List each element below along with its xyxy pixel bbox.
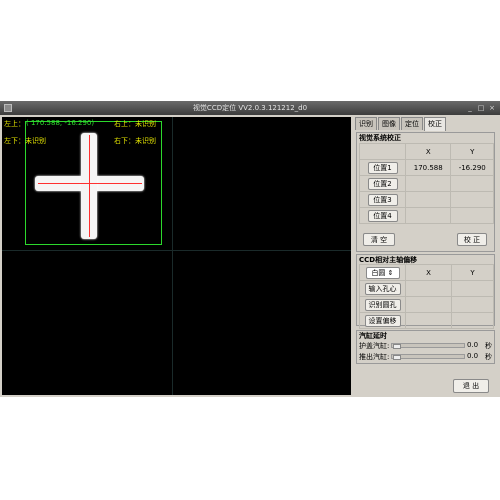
minimize-icon[interactable]: _ xyxy=(466,104,474,112)
slider-thumb[interactable] xyxy=(393,344,401,349)
table-row: 白圆 ⇕ X Y xyxy=(359,264,494,281)
slider-thumb[interactable] xyxy=(393,355,401,360)
position-2-x xyxy=(404,175,452,192)
spin-arrows-icon: ⇕ xyxy=(387,268,394,277)
table-row: 位置3 xyxy=(359,191,494,208)
tab-locate[interactable]: 定位 xyxy=(401,117,423,130)
protect-cylinder-slider[interactable] xyxy=(391,343,465,349)
position-3-x xyxy=(404,191,452,208)
top-right-label: 右上：未识别 xyxy=(114,120,156,128)
position-4-y xyxy=(450,207,494,224)
cylinder-delay-group: 汽缸延时 护盖汽缸: 0.0 秒 推出汽缸: 0.0 秒 xyxy=(356,330,495,364)
title-bar: 视觉CCD定位 VV2.0.3.121212_d0 _ □ × xyxy=(0,101,500,115)
table-row: 位置1 170.588 -16.290 xyxy=(359,159,494,176)
cylinder-delay-group-title: 汽缸延时 xyxy=(359,332,387,340)
ccd-offset-group: CCD相对主轴偏移 白圆 ⇕ X Y 输入孔心 识别圆孔 设置偏移 xyxy=(356,254,495,329)
app-window: 视觉CCD定位 VV2.0.3.121212_d0 _ □ × 左上： ( 17… xyxy=(0,101,500,397)
position-1-button[interactable]: 位置1 xyxy=(367,161,398,174)
offset-column-y-header: Y xyxy=(451,264,494,281)
top-left-label: 左上： xyxy=(4,120,25,128)
table-header-row: X Y xyxy=(359,143,494,160)
top-left-coords: ( 170.588, -16.290) xyxy=(26,119,95,127)
set-offset-button[interactable]: 设置偏移 xyxy=(364,314,401,327)
position-1-y: -16.290 xyxy=(450,159,494,176)
close-icon[interactable]: × xyxy=(488,104,496,112)
tab-recognize[interactable]: 识别 xyxy=(355,117,377,130)
eject-cylinder-slider[interactable] xyxy=(391,354,465,360)
tab-bar: 识别 图像 定位 校正 xyxy=(355,117,447,131)
calibrate-button[interactable]: 校 正 xyxy=(457,233,487,246)
table-row: 设置偏移 xyxy=(359,312,494,329)
guide-line-horizontal xyxy=(2,250,351,251)
tab-image[interactable]: 图像 xyxy=(378,117,400,130)
maximize-icon[interactable]: □ xyxy=(477,104,485,112)
tab-calibrate[interactable]: 校正 xyxy=(424,117,446,131)
input-hole-center-button[interactable]: 输入孔心 xyxy=(364,282,401,295)
recognize-hole-button[interactable]: 识别圆孔 xyxy=(364,298,401,311)
table-row: 位置2 xyxy=(359,175,494,192)
protect-cylinder-label: 护盖汽缸: xyxy=(359,342,390,350)
bottom-left-label: 左下：未识别 xyxy=(4,137,46,145)
target-type-value: 白圆 xyxy=(371,268,386,277)
protect-cylinder-unit: 秒 xyxy=(485,342,492,350)
table-row: 输入孔心 xyxy=(359,280,494,297)
position-4-button[interactable]: 位置4 xyxy=(367,209,398,222)
camera-view[interactable]: 左上： ( 170.588, -16.290) 右上：未识别 左下：未识别 右下… xyxy=(2,117,351,395)
detected-center-line-vertical xyxy=(89,135,90,237)
table-row: 识别圆孔 xyxy=(359,296,494,313)
detected-center-line-horizontal xyxy=(38,183,142,184)
position-3-y xyxy=(450,191,494,208)
offset-table: 白圆 ⇕ X Y 输入孔心 识别圆孔 设置偏移 xyxy=(359,264,494,329)
calibration-group: 视觉系统校正 X Y 位置1 170.588 -16.290 位置2 位置3 位… xyxy=(356,132,495,252)
target-type-select[interactable]: 白圆 ⇕ xyxy=(365,266,400,279)
eject-cylinder-unit: 秒 xyxy=(485,353,492,361)
table-row: 位置4 xyxy=(359,207,494,224)
position-4-x xyxy=(404,207,452,224)
eject-cylinder-value: 0.0 xyxy=(467,352,479,360)
position-3-button[interactable]: 位置3 xyxy=(367,193,398,206)
bottom-right-label: 右下：未识别 xyxy=(114,137,156,145)
position-2-button[interactable]: 位置2 xyxy=(367,177,398,190)
protect-cylinder-value: 0.0 xyxy=(467,341,479,349)
exit-button[interactable]: 退 出 xyxy=(453,379,489,393)
position-1-x: 170.588 xyxy=(404,159,452,176)
offset-column-x-header: X xyxy=(404,264,453,281)
eject-cylinder-label: 推出汽缸: xyxy=(359,353,390,361)
guide-line-vertical xyxy=(172,117,173,395)
right-panel: 识别 图像 定位 校正 视觉系统校正 X Y 位置1 170.588 -16.2… xyxy=(353,115,498,397)
window-title: 视觉CCD定位 VV2.0.3.121212_d0 xyxy=(192,104,308,112)
calibration-group-title: 视觉系统校正 xyxy=(359,134,401,142)
column-x-header: X xyxy=(404,143,452,160)
column-y-header: Y xyxy=(450,143,494,160)
position-2-y xyxy=(450,175,494,192)
clear-button[interactable]: 清 空 xyxy=(363,233,395,246)
calibration-table: X Y 位置1 170.588 -16.290 位置2 位置3 位置4 xyxy=(359,143,494,224)
